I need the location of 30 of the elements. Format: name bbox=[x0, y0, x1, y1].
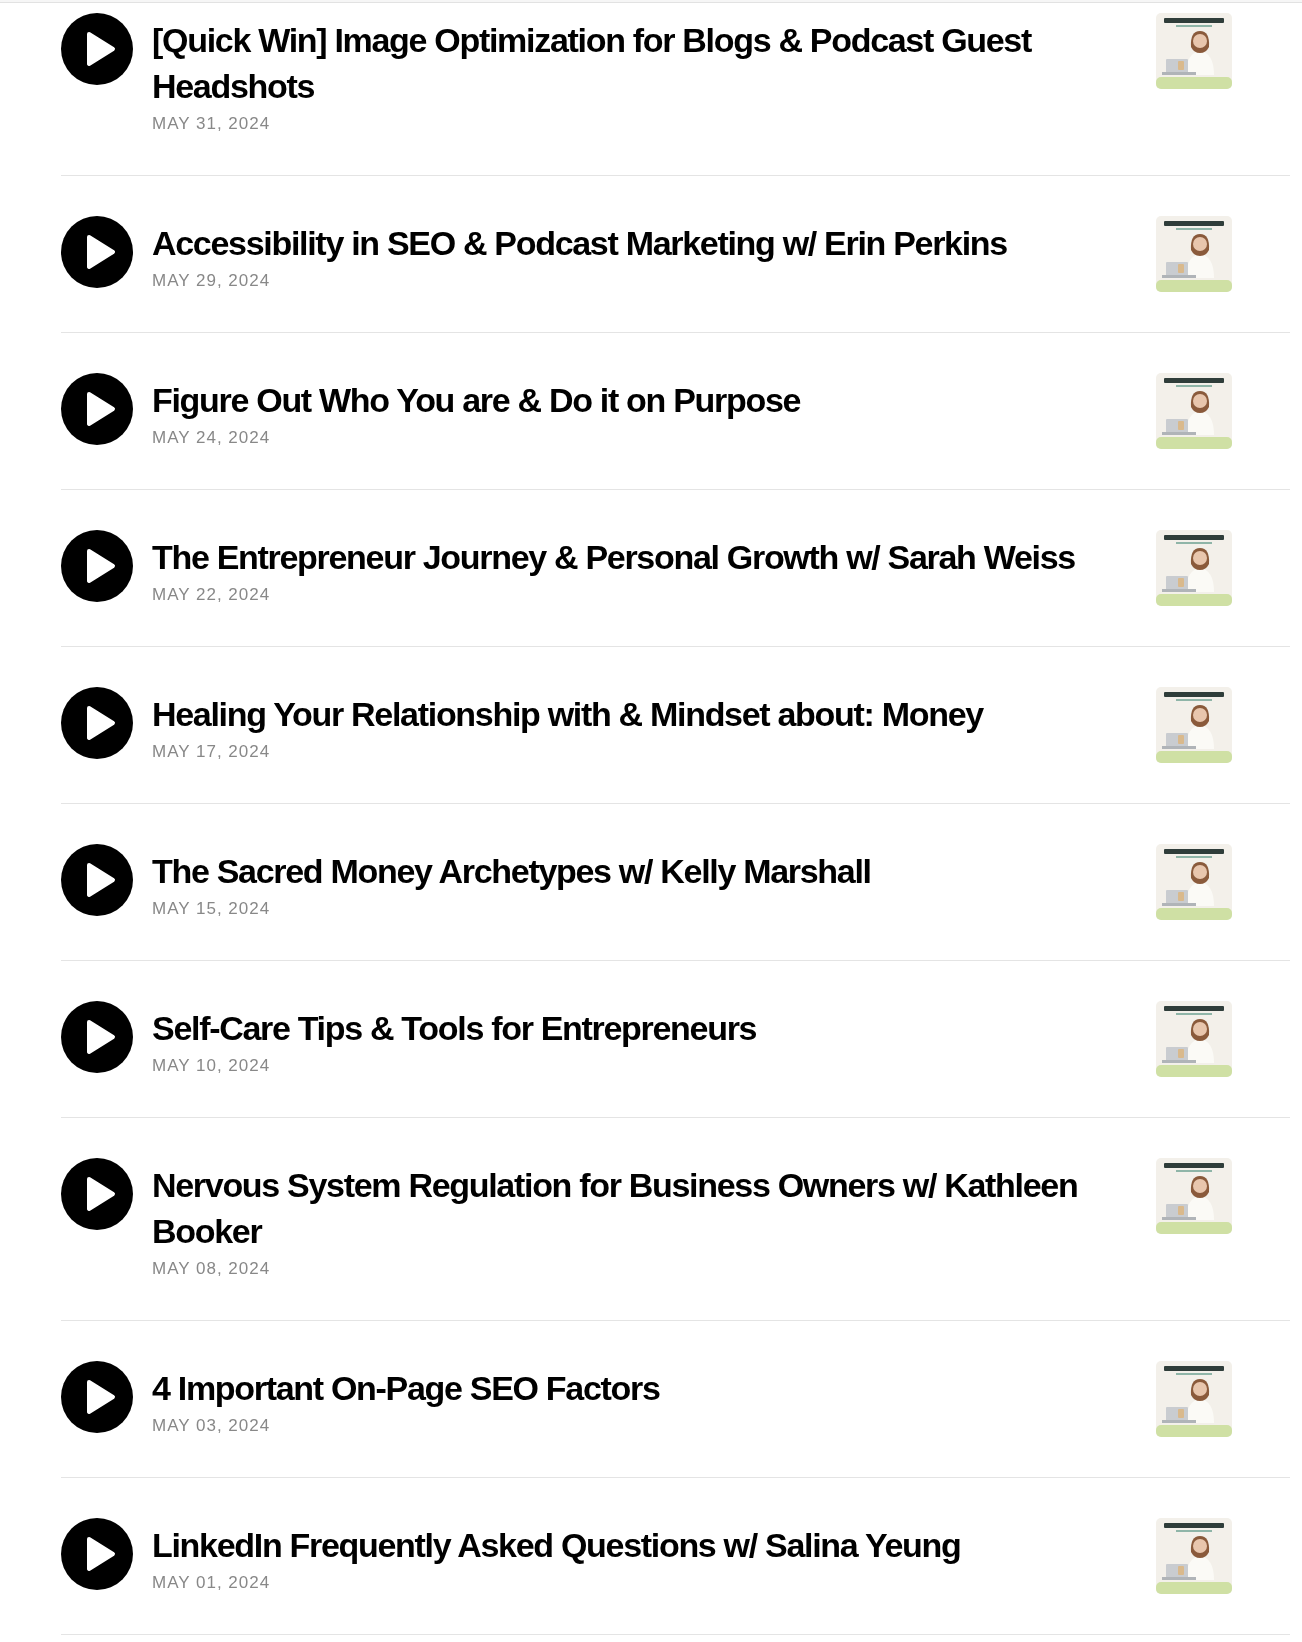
play-button[interactable] bbox=[61, 1158, 133, 1230]
episode-date: MAY 24, 2024 bbox=[152, 427, 272, 449]
episode-title[interactable]: 4 Important On-Page SEO Factors bbox=[152, 1365, 1126, 1411]
play-button[interactable] bbox=[61, 216, 133, 288]
episode-date: MAY 01, 2024 bbox=[152, 1572, 272, 1594]
episode-title[interactable]: The Entrepreneur Journey & Personal Growth w/ Sarah Weiss bbox=[152, 534, 1126, 580]
play-button[interactable] bbox=[61, 1001, 133, 1073]
play-button[interactable] bbox=[61, 13, 133, 85]
play-button[interactable] bbox=[61, 1518, 133, 1590]
episode-date: MAY 17, 2024 bbox=[152, 741, 272, 763]
play-button[interactable] bbox=[61, 687, 133, 759]
episode-date: MAY 15, 2024 bbox=[152, 898, 272, 920]
episode-date: MAY 22, 2024 bbox=[152, 584, 272, 606]
play-button[interactable] bbox=[61, 1361, 133, 1433]
episode-title[interactable]: Figure Out Who You are & Do it on Purpose bbox=[152, 377, 1126, 423]
episode-title[interactable]: Nervous System Regulation for Business Owners w/ Kathleen Booker bbox=[152, 1162, 1126, 1254]
episode-title[interactable]: Healing Your Relationship with & Mindset about: Money bbox=[152, 691, 1126, 737]
episode-date: MAY 29, 2024 bbox=[152, 270, 272, 292]
play-button[interactable] bbox=[61, 844, 133, 916]
episode-date: MAY 03, 2024 bbox=[152, 1415, 272, 1437]
play-button[interactable] bbox=[61, 530, 133, 602]
episode-title[interactable]: The Sacred Money Archetypes w/ Kelly Marshall bbox=[152, 848, 1126, 894]
play-button[interactable] bbox=[61, 373, 133, 445]
episode-title[interactable]: [Quick Win] Image Optimization for Blogs & Podcast Guest Headshots bbox=[152, 17, 1126, 109]
episode-date: MAY 31, 2024 bbox=[152, 113, 272, 135]
episode-date: MAY 10, 2024 bbox=[152, 1055, 272, 1077]
episode-title[interactable]: Accessibility in SEO & Podcast Marketing w/ Erin Perkins bbox=[152, 220, 1126, 266]
episode-title[interactable]: Self-Care Tips & Tools for Entrepreneurs bbox=[152, 1005, 1126, 1051]
episode-date: MAY 08, 2024 bbox=[152, 1258, 272, 1280]
episode-title[interactable]: LinkedIn Frequently Asked Questions w/ Salina Yeung bbox=[152, 1522, 1126, 1568]
